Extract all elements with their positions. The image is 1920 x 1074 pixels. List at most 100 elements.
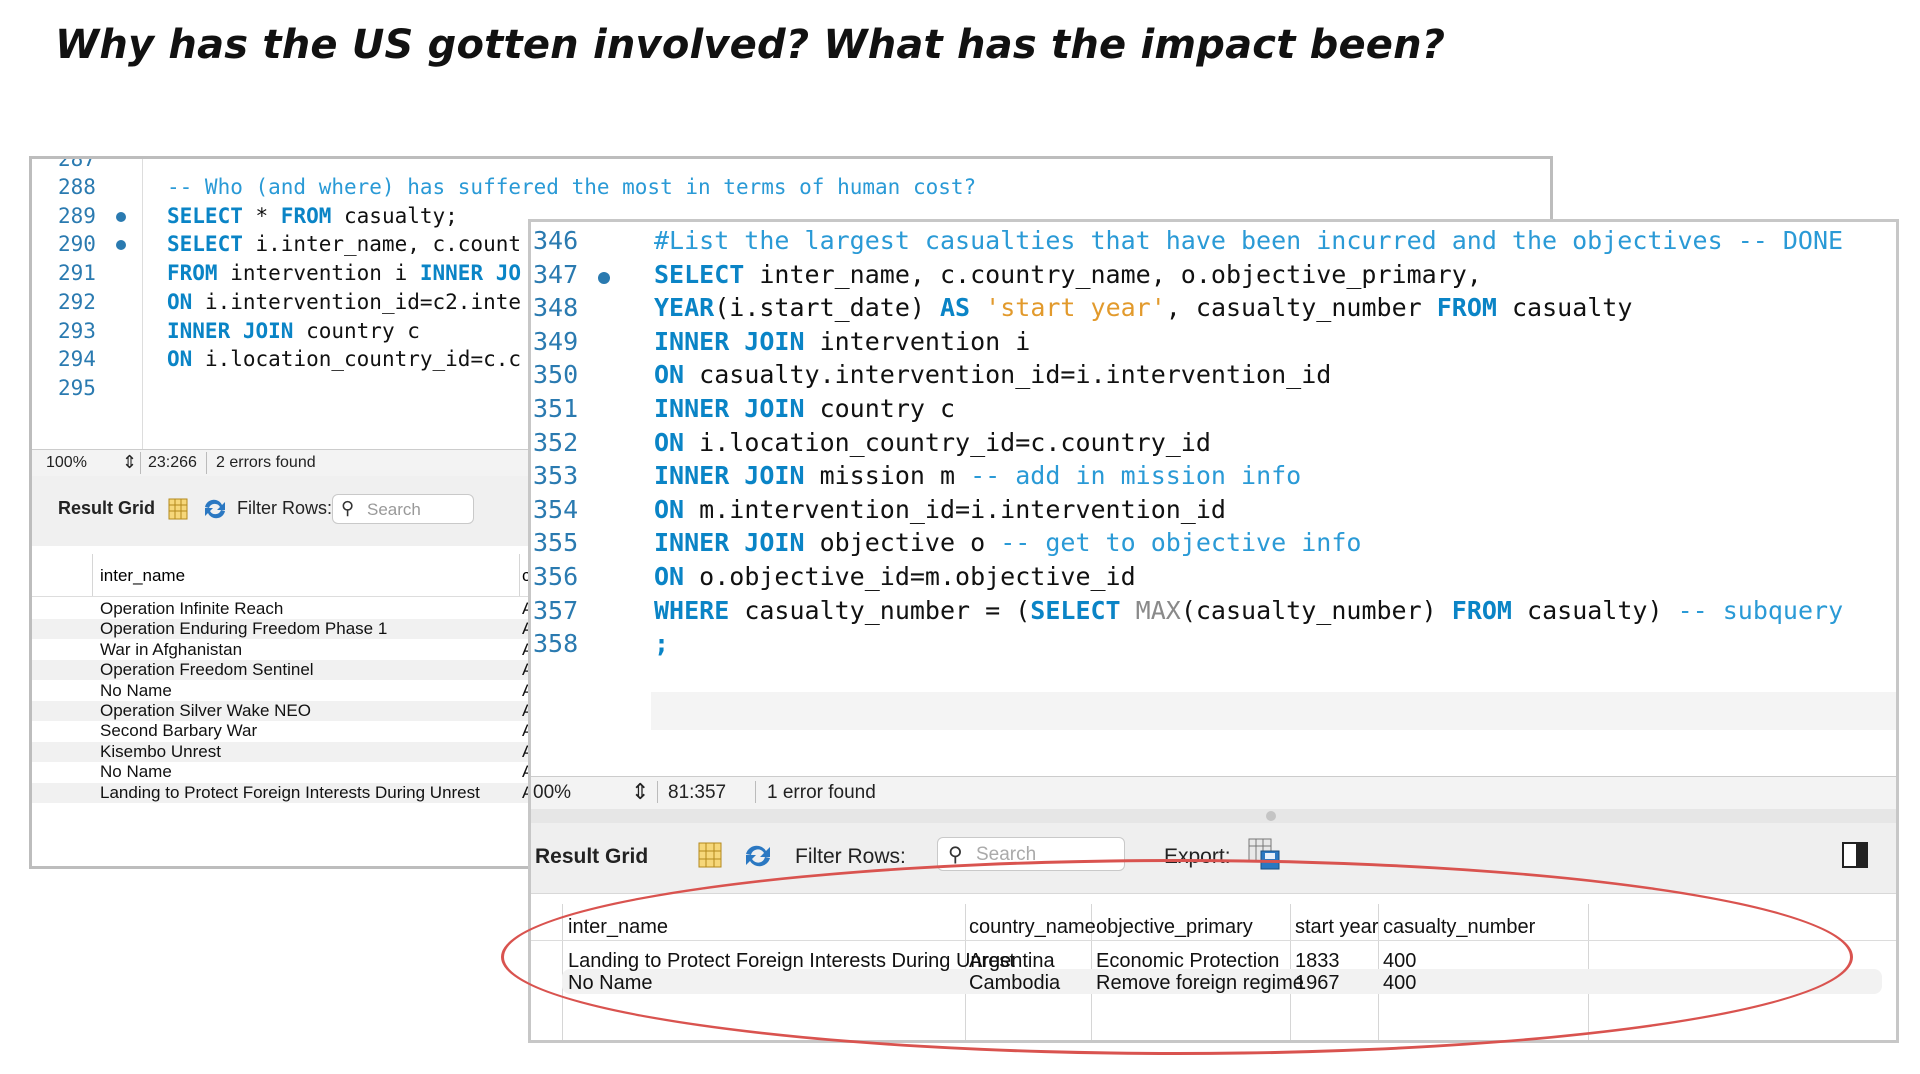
sql-keyword: SELECT bbox=[654, 259, 745, 289]
export-icon[interactable] bbox=[1247, 837, 1281, 876]
breakpoint-marker[interactable] bbox=[598, 271, 610, 284]
code-line[interactable]: YEAR(i.start_date) AS 'start year', casu… bbox=[654, 293, 1632, 322]
code-line[interactable]: INNER JOIN country c bbox=[654, 394, 955, 423]
error-count[interactable]: 2 errors found bbox=[216, 454, 316, 472]
cell-inter-name[interactable]: No Name bbox=[100, 681, 172, 701]
panel-toggle-icon[interactable] bbox=[1841, 841, 1869, 874]
code-line[interactable]: SELECT i.inter_name, c.count bbox=[167, 232, 521, 256]
code-line[interactable]: WHERE casualty_number = (SELECT MAX(casu… bbox=[654, 596, 1843, 625]
cell-inter-name[interactable]: Operation Freedom Sentinel bbox=[100, 660, 314, 680]
back-filter-search-input[interactable]: ⚲ Search bbox=[332, 494, 474, 524]
cell-inter-name[interactable]: Kisembo Unrest bbox=[100, 742, 221, 762]
front-result-grid: inter_name country_name objective_primar… bbox=[531, 894, 1896, 1040]
code-line[interactable]: SELECT * FROM casualty; bbox=[167, 204, 458, 228]
code-line[interactable]: INNER JOIN country c bbox=[167, 319, 420, 343]
grid-view-icon[interactable] bbox=[698, 842, 722, 873]
code-line[interactable]: SELECT inter_name, c.country_name, o.obj… bbox=[654, 260, 1482, 289]
sql-keyword: FROM bbox=[167, 261, 218, 286]
result-grid-label: Result Grid bbox=[535, 845, 649, 868]
sql-keyword: SELECT bbox=[167, 232, 243, 257]
sql-keyword: FROM bbox=[1451, 595, 1512, 625]
cell-casualty-number[interactable]: 400 bbox=[1383, 950, 1416, 973]
column-header-inter-name[interactable]: inter_name bbox=[100, 566, 185, 586]
search-placeholder: Search bbox=[976, 844, 1037, 865]
column-header-objective-primary[interactable]: objective_primary bbox=[1096, 916, 1253, 939]
column-header-start-year[interactable]: start year bbox=[1295, 916, 1378, 939]
refresh-icon[interactable] bbox=[202, 498, 228, 525]
code-line[interactable]: ON o.objective_id=m.objective_id bbox=[654, 562, 1136, 591]
column-header-casualty-number[interactable]: casualty_number bbox=[1383, 916, 1535, 939]
cell-inter-name[interactable]: Second Barbary War bbox=[100, 721, 257, 741]
line-number: 346 bbox=[533, 226, 579, 255]
sql-keyword: INNER JOIN bbox=[654, 528, 805, 558]
sql-keyword: ON bbox=[654, 494, 685, 524]
line-number: 356 bbox=[533, 562, 579, 591]
cell-casualty-number[interactable]: 400 bbox=[1383, 972, 1416, 995]
line-number: 351 bbox=[533, 394, 579, 423]
error-count[interactable]: 1 error found bbox=[767, 782, 876, 804]
sql-keyword: YEAR bbox=[654, 293, 715, 323]
cell-inter-name[interactable]: Operation Silver Wake NEO bbox=[100, 701, 311, 721]
line-number: 294 bbox=[58, 347, 96, 372]
code-token: i.location_country_id=c.country_id bbox=[684, 427, 1211, 457]
cell-start-year[interactable]: 1833 bbox=[1295, 950, 1340, 973]
code-line[interactable]: ON i.intervention_id=c2.inte bbox=[167, 290, 521, 314]
cell-inter-name[interactable]: No Name bbox=[100, 762, 172, 782]
code-line[interactable]: #List the largest casualties that have b… bbox=[654, 226, 1843, 255]
sql-function: MAX bbox=[1135, 595, 1181, 625]
cell-inter-name[interactable]: Operation Enduring Freedom Phase 1 bbox=[100, 619, 387, 639]
cell-country-name[interactable]: Cambodia bbox=[969, 972, 1060, 995]
code-token: i.intervention_id=c2.inte bbox=[192, 289, 522, 314]
cell-inter-name[interactable]: War in Afghanistan bbox=[100, 640, 242, 660]
code-line[interactable]: -- Who (and where) has suffered the most… bbox=[167, 175, 976, 199]
code-token: (casualty_number) bbox=[1180, 595, 1452, 625]
code-line[interactable]: INNER JOIN mission m -- add in mission i… bbox=[654, 461, 1301, 490]
cell-objective-primary[interactable]: Remove foreign regime bbox=[1096, 972, 1304, 995]
line-number: 350 bbox=[533, 360, 579, 390]
code-line[interactable]: FROM intervention i INNER JO bbox=[167, 261, 521, 285]
line-number: 357 bbox=[533, 595, 579, 625]
code-line[interactable]: ON casualty.intervention_id=i.interventi… bbox=[654, 360, 1331, 389]
current-line-highlight bbox=[651, 692, 1896, 730]
code-token: casualty.intervention_id=i.intervention_… bbox=[684, 360, 1332, 390]
code-line[interactable]: ; bbox=[654, 629, 669, 658]
column-header-country-name[interactable]: country_name bbox=[969, 916, 1096, 939]
zoom-stepper-icon[interactable]: ⇕ bbox=[631, 779, 649, 805]
cell-objective-primary[interactable]: Economic Protection bbox=[1096, 950, 1279, 973]
code-token: country c bbox=[293, 318, 420, 343]
refresh-icon[interactable] bbox=[743, 843, 773, 874]
code-token: intervention i bbox=[217, 261, 420, 286]
zoom-level[interactable]: 100% bbox=[46, 454, 87, 472]
line-number: 291 bbox=[58, 261, 96, 286]
cell-inter-name[interactable]: Landing to Protect Foreign Interests Dur… bbox=[100, 783, 480, 803]
code-line[interactable]: ON m.intervention_id=i.intervention_id bbox=[654, 495, 1226, 524]
sql-keyword: INNER JOIN bbox=[654, 461, 805, 491]
cell-inter-name[interactable]: Landing to Protect Foreign Interests Dur… bbox=[568, 950, 1015, 973]
front-filter-search-input[interactable]: ⚲ Search bbox=[937, 837, 1125, 871]
line-number: 348 bbox=[533, 293, 579, 323]
cell-country-name[interactable]: Argentina bbox=[969, 950, 1055, 973]
cursor-position: 23:266 bbox=[148, 454, 197, 471]
result-grid-label: Result Grid bbox=[58, 498, 156, 518]
code-token: , casualty_number bbox=[1165, 293, 1437, 323]
code-line[interactable]: INNER JOIN intervention i bbox=[654, 327, 1030, 356]
breakpoint-marker[interactable] bbox=[116, 211, 126, 222]
zoom-stepper-icon[interactable]: ⇕ bbox=[122, 452, 137, 473]
line-number: 352 bbox=[533, 427, 579, 457]
zoom-level[interactable]: 00% bbox=[533, 782, 571, 804]
code-line[interactable]: ON i.location_country_id=c.c bbox=[167, 347, 521, 371]
line-number: 347 bbox=[533, 259, 579, 289]
line-number: 354 bbox=[533, 494, 579, 524]
cell-start-year[interactable]: 1967 bbox=[1295, 972, 1340, 995]
code-line[interactable]: INNER JOIN objective o -- get to objecti… bbox=[654, 528, 1361, 557]
grid-view-icon[interactable] bbox=[168, 498, 188, 525]
cell-inter-name[interactable]: No Name bbox=[568, 972, 652, 995]
pane-splitter[interactable] bbox=[531, 809, 1896, 823]
code-line[interactable]: ON i.location_country_id=c.country_id bbox=[654, 428, 1211, 457]
sql-keyword: FROM bbox=[1436, 293, 1497, 323]
front-code-editor[interactable]: 346 #List the largest casualties that hav… bbox=[531, 222, 1896, 776]
cell-inter-name[interactable]: Operation Infinite Reach bbox=[100, 599, 283, 619]
sql-keyword: FROM bbox=[280, 203, 332, 228]
column-header-inter-name[interactable]: inter_name bbox=[568, 916, 668, 939]
